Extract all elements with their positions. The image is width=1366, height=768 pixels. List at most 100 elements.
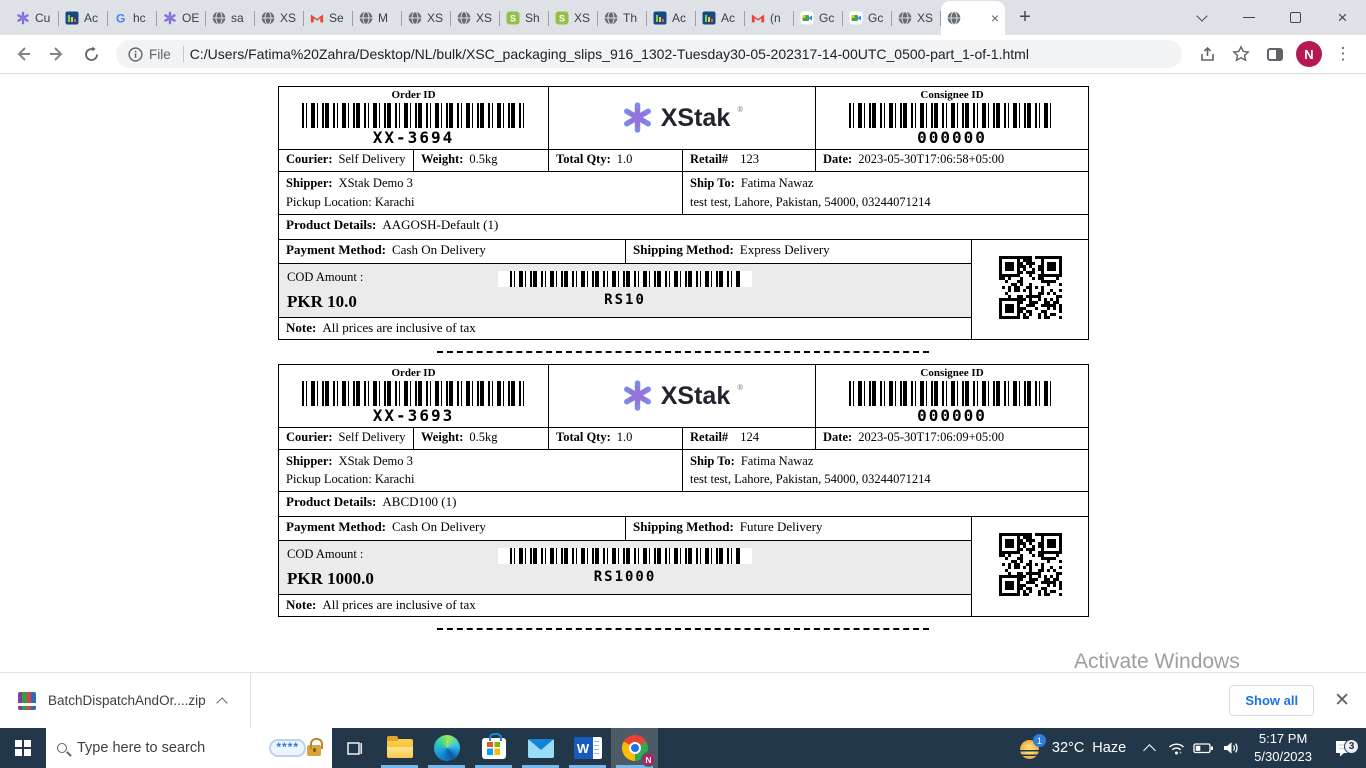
tray-overflow-button[interactable] bbox=[1136, 741, 1163, 755]
order-id-barcode bbox=[302, 381, 526, 406]
payment-method-cell: Payment Method:Cash On Delivery bbox=[279, 517, 626, 541]
packaging-slip: Order ID XX-3694 XStak ® Consig bbox=[278, 86, 1088, 340]
globe-favicon-icon bbox=[212, 11, 226, 25]
browser-tab[interactable]: Ac bbox=[59, 1, 108, 35]
close-icon: × bbox=[1338, 8, 1348, 28]
maximize-button[interactable] bbox=[1272, 0, 1319, 35]
taskbar-weather[interactable]: 1 32°C Haze bbox=[1010, 736, 1136, 760]
close-window-button[interactable]: × bbox=[1319, 0, 1366, 35]
browser-tab[interactable]: Gc bbox=[843, 1, 892, 35]
taskbar-search[interactable]: Type here to search **** bbox=[46, 728, 332, 768]
taskbar-app-file-explorer[interactable] bbox=[376, 728, 423, 768]
taskbar-app-word[interactable]: W bbox=[564, 728, 611, 768]
xstak-logo-icon bbox=[621, 379, 654, 412]
side-panel-button[interactable] bbox=[1258, 37, 1292, 71]
forward-button[interactable] bbox=[40, 37, 74, 71]
browser-tab[interactable]: Se bbox=[304, 1, 353, 35]
browser-tab[interactable]: XS bbox=[451, 1, 500, 35]
back-arrow-icon bbox=[14, 45, 32, 63]
browser-tab[interactable]: Cu bbox=[10, 1, 59, 35]
tab-close-icon[interactable]: × bbox=[991, 11, 999, 25]
three-dot-menu-icon: ⋮ bbox=[1335, 44, 1352, 64]
show-all-button[interactable]: Show all bbox=[1229, 685, 1314, 716]
browser-tab[interactable]: sa bbox=[206, 1, 255, 35]
browser-tab[interactable]: OE bbox=[157, 1, 206, 35]
tab-label: Se bbox=[329, 11, 344, 25]
network-button[interactable]: * bbox=[1163, 740, 1190, 756]
avatar: N bbox=[1296, 41, 1322, 67]
new-tab-button[interactable]: + bbox=[1011, 3, 1039, 31]
qr-cell bbox=[972, 517, 1089, 617]
ship-to-cell: Ship To:Fatima Nawaz test test, Lahore, … bbox=[683, 172, 1089, 215]
tab-label: Ac bbox=[672, 11, 686, 25]
browser-tab[interactable]: Th bbox=[598, 1, 647, 35]
brand-cell: XStak ® bbox=[549, 87, 816, 150]
browser-tab[interactable]: XS bbox=[255, 1, 304, 35]
battery-icon bbox=[1193, 741, 1214, 755]
taskbar-app-chrome[interactable]: N bbox=[611, 728, 658, 768]
omnibox-divider bbox=[183, 46, 184, 62]
minimize-icon bbox=[1243, 17, 1255, 18]
browser-tab[interactable]: Gc bbox=[794, 1, 843, 35]
action-center-button[interactable]: 3 bbox=[1322, 739, 1366, 758]
battery-button[interactable] bbox=[1190, 741, 1217, 755]
cod-amount-cell: COD Amount : PKR 10.0 RS10 bbox=[279, 263, 972, 317]
chevron-up-icon[interactable] bbox=[216, 697, 227, 708]
profile-button[interactable]: N bbox=[1292, 37, 1326, 71]
date-cell: Date:2023-05-30T17:06:09+05:00 bbox=[816, 427, 1089, 449]
cod-label: COD Amount : bbox=[287, 547, 374, 562]
browser-tab[interactable]: SXS bbox=[549, 1, 598, 35]
browser-tab[interactable]: (n bbox=[745, 1, 794, 35]
tab-label: XS bbox=[280, 11, 296, 25]
cod-amount-cell: COD Amount : PKR 1000.0 RS1000 bbox=[279, 541, 972, 595]
slip-separator bbox=[437, 628, 929, 630]
reload-button[interactable] bbox=[74, 37, 108, 71]
browser-tab[interactable]: Ac bbox=[696, 1, 745, 35]
start-button[interactable] bbox=[0, 728, 46, 768]
browser-tab-active[interactable]: × bbox=[941, 1, 1005, 35]
retail-cell: Retail#123 bbox=[683, 150, 816, 172]
tab-label: hc bbox=[133, 11, 146, 25]
taskbar-clock[interactable]: 5:17 PM 5/30/2023 bbox=[1244, 730, 1322, 765]
url-text[interactable]: C:/Users/Fatima%20Zahra/Desktop/NL/bulk/… bbox=[190, 46, 1029, 62]
tab-label: OE bbox=[182, 11, 199, 25]
download-bar: BatchDispatchAndOr....zip Show all ✕ bbox=[0, 672, 1366, 728]
browser-tab[interactable]: XS bbox=[892, 1, 941, 35]
download-bar-close-icon[interactable]: ✕ bbox=[1334, 689, 1350, 712]
qr-code bbox=[972, 256, 1088, 323]
taskbar-app-store[interactable] bbox=[470, 728, 517, 768]
browser-tab[interactable]: SSh bbox=[500, 1, 549, 35]
file-explorer-icon bbox=[387, 739, 413, 758]
address-bar[interactable]: File C:/Users/Fatima%20Zahra/Desktop/NL/… bbox=[116, 40, 1182, 68]
taskbar-app-mail[interactable] bbox=[517, 728, 564, 768]
url-scheme-label: File bbox=[149, 47, 171, 62]
browser-tab[interactable]: M bbox=[353, 1, 402, 35]
tab-search-button[interactable] bbox=[1178, 0, 1225, 35]
speaker-icon bbox=[1222, 740, 1240, 756]
svg-text:S: S bbox=[510, 14, 516, 24]
shipper-cell: Shipper:XStak Demo 3 Pickup Location: Ka… bbox=[279, 449, 683, 492]
note-cell: Note:All prices are inclusive of tax bbox=[279, 595, 972, 617]
download-item[interactable]: BatchDispatchAndOr....zip bbox=[0, 673, 244, 728]
taskbar-app-edge[interactable] bbox=[423, 728, 470, 768]
tab-label: XS bbox=[476, 11, 492, 25]
maximize-icon bbox=[1290, 12, 1301, 23]
bookmark-button[interactable] bbox=[1224, 37, 1258, 71]
back-button[interactable] bbox=[6, 37, 40, 71]
consignee-id-cell: Consignee ID 000000 bbox=[816, 364, 1089, 427]
chevron-up-icon bbox=[1143, 744, 1156, 757]
tabs-container: CuAcGhcOEsaXSSeMXSXSSShSXSThAcAc(nGcGcXS… bbox=[0, 0, 1005, 35]
share-button[interactable] bbox=[1190, 37, 1224, 71]
task-view-button[interactable] bbox=[332, 728, 376, 768]
tab-label: Cu bbox=[35, 11, 50, 25]
tab-label: Ac bbox=[721, 11, 735, 25]
browser-tab[interactable]: Ac bbox=[647, 1, 696, 35]
browser-menu-button[interactable]: ⋮ bbox=[1326, 37, 1360, 71]
meet-favicon-icon bbox=[849, 11, 863, 25]
consignee-id-value: 000000 bbox=[823, 406, 1081, 425]
minimize-button[interactable] bbox=[1225, 0, 1272, 35]
browser-tab[interactable]: XS bbox=[402, 1, 451, 35]
tab-label: sa bbox=[231, 11, 244, 25]
browser-tab[interactable]: Ghc bbox=[108, 1, 157, 35]
volume-button[interactable] bbox=[1217, 740, 1244, 756]
